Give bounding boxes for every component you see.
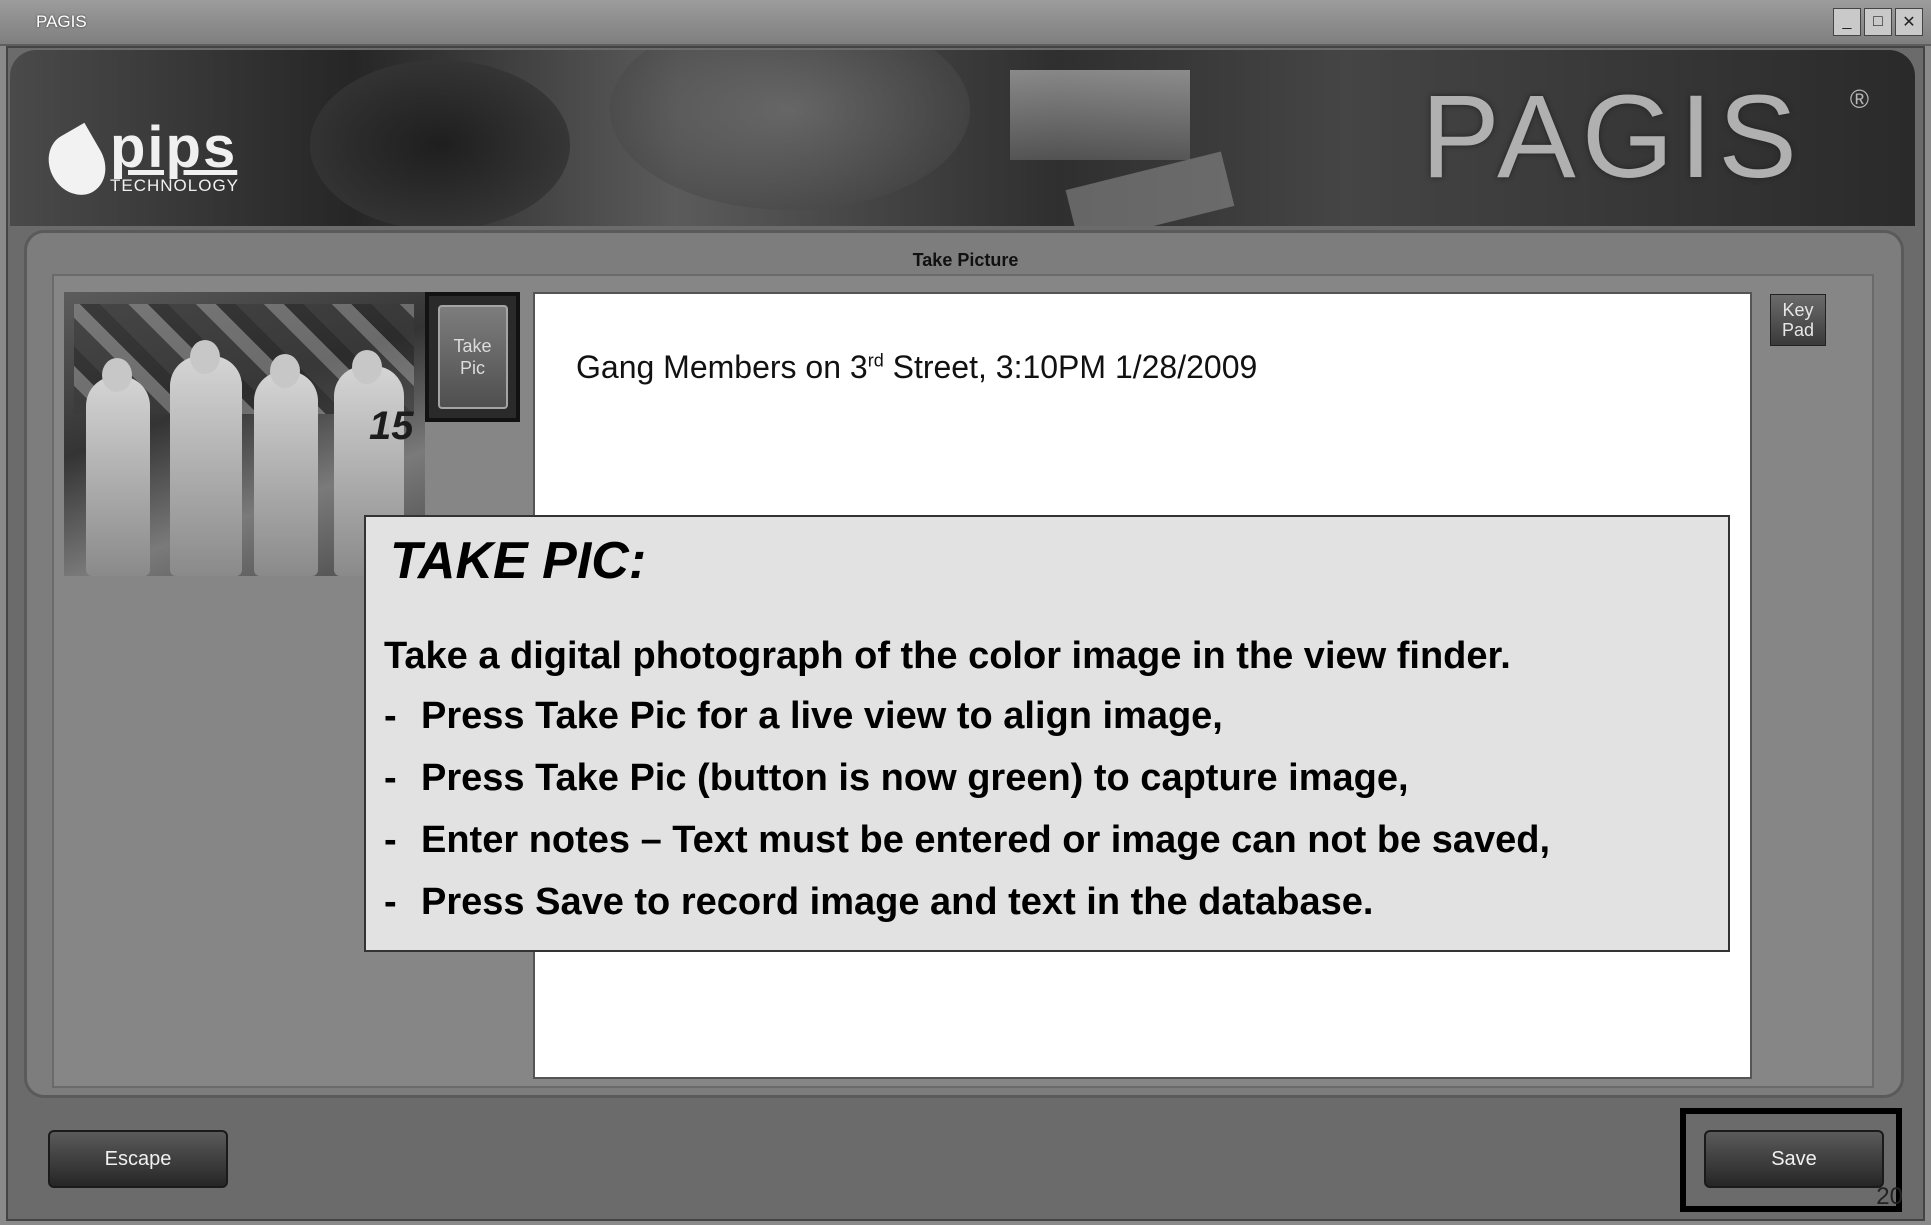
callout-step: - Press Save to record image and text in … [384,881,1374,923]
banner-graphic [1065,151,1235,226]
callout-step: - Press Take Pic (button is now green) to… [384,757,1409,799]
photo-person-head [352,350,382,384]
callout-step: - Press Take Pic for a live view to align… [384,695,1223,737]
photo-person-head [190,340,220,374]
banner-graphic [1010,70,1190,160]
callout-step: - Enter notes – Text must be entered or i… [384,819,1551,861]
logo-swoosh-icon [37,122,117,206]
keypad-button[interactable]: Key Pad [1770,294,1826,346]
registered-mark: ® [1849,84,1869,114]
banner-graphic [610,50,970,210]
keypad-label-line1: Key [1782,300,1814,320]
pips-logo: pips TECHNOLOGY [37,115,240,206]
take-pic-label-line1: Take [453,336,492,356]
maximize-icon[interactable]: □ [1864,8,1892,36]
instruction-callout: TAKE PIC: Take a digital photograph of t… [364,515,1730,952]
window-title: PAGIS [36,12,87,31]
logo-main-text: pips [110,115,238,180]
close-icon[interactable]: ✕ [1895,8,1923,36]
brand-title: PAGIS [1421,71,1803,203]
page-number: 20 [1876,1183,1903,1210]
minimize-icon[interactable]: _ [1833,8,1861,36]
jersey-number: 15 [369,404,414,448]
notes-text: Gang Members on 3rd Street, 3:10PM 1/28/… [576,349,1258,385]
save-button[interactable]: Save [1704,1130,1884,1188]
window-controls: _ □ ✕ [1833,8,1923,36]
callout-lead: Take a digital photograph of the color i… [384,635,1511,677]
window-titlebar: PAGIS _ □ ✕ [0,0,1931,46]
keypad-label-line2: Pad [1781,320,1815,340]
banner-graphic [310,60,570,226]
logo-sub-text: TECHNOLOGY [110,176,240,195]
photo-person [86,376,150,576]
photo-person-head [102,358,132,392]
photo-person [254,371,318,576]
escape-button[interactable]: Escape [48,1130,228,1188]
photo-person [170,356,242,576]
panel-title: Take Picture [912,250,1019,270]
photo-person-head [270,354,300,388]
callout-heading: TAKE PIC: [390,532,647,590]
take-pic-label-line2: Pic [459,358,485,378]
take-pic-button[interactable]: Take Pic [425,292,520,422]
